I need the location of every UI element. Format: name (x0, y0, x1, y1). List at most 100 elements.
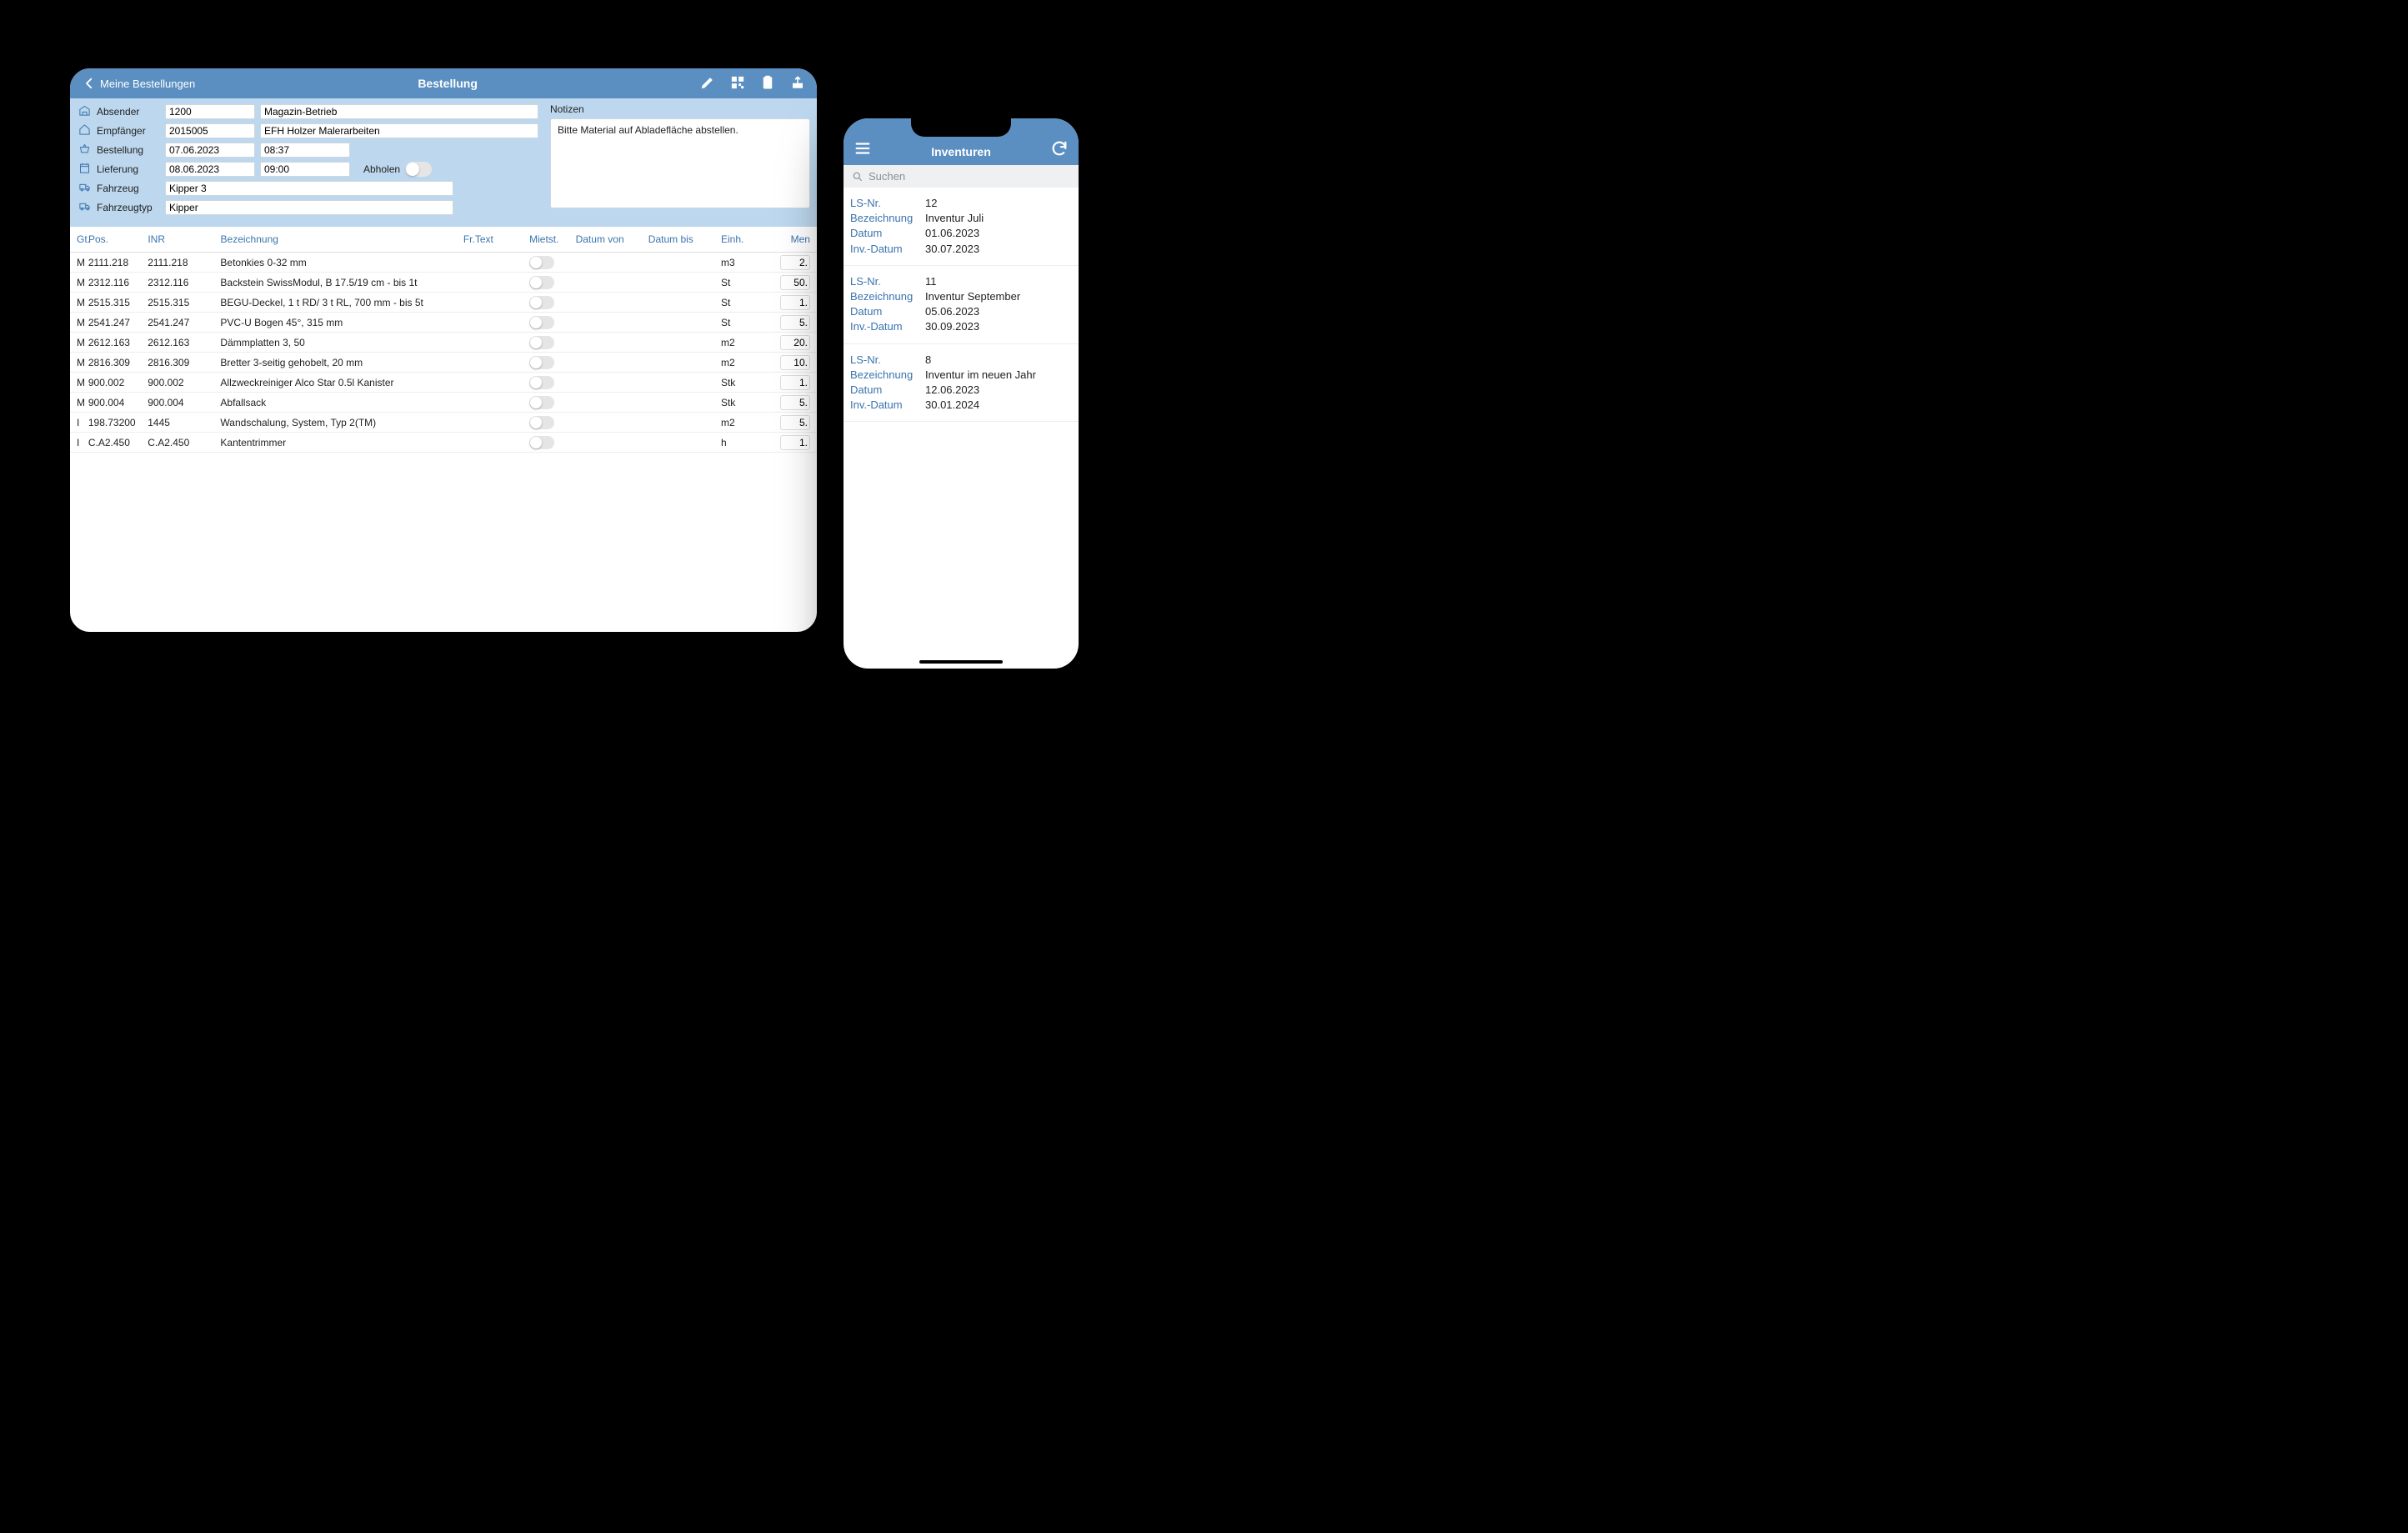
menge-input[interactable] (780, 295, 810, 310)
fahrzeug-input[interactable] (165, 181, 453, 196)
table-row[interactable]: I198.732001445Wandschalung, System, Typ … (70, 413, 817, 433)
table-row[interactable]: M2111.2182111.218Betonkies 0-32 mmm3 (70, 253, 817, 273)
mietst-toggle[interactable] (529, 376, 554, 389)
notizen-textarea[interactable]: Bitte Material auf Abladefläche abstelle… (550, 118, 810, 208)
table-row[interactable]: M2541.2472541.247PVC-U Bogen 45°, 315 mm… (70, 313, 817, 333)
lieferung-time-input[interactable] (260, 162, 350, 177)
cell-pos: 2816.309 (88, 357, 148, 368)
empfaenger-code-input[interactable] (165, 123, 255, 138)
bestellung-date-input[interactable] (165, 143, 255, 158)
menge-input[interactable] (780, 415, 810, 430)
datum-value: 05.06.2023 (925, 304, 1072, 319)
mietst-toggle[interactable] (529, 356, 554, 369)
absender-code-input[interactable] (165, 104, 255, 119)
fahrzeugtyp-input[interactable] (165, 200, 453, 215)
edit-icon[interactable] (700, 75, 715, 93)
absender-text-input[interactable] (260, 104, 538, 119)
cell-bez: BEGU-Deckel, 1 t RD/ 3 t RL, 700 mm - bi… (220, 297, 463, 308)
menge-input[interactable] (780, 375, 810, 390)
cell-einh: m2 (721, 357, 775, 368)
invdatum-label: Inv.-Datum (850, 398, 920, 413)
table-row[interactable]: M900.004900.004AbfallsackStk (70, 393, 817, 413)
table-row[interactable]: M900.002900.002Allzweckreiniger Alco Sta… (70, 373, 817, 393)
cell-gt: M (77, 297, 88, 308)
mietst-toggle[interactable] (529, 256, 554, 269)
mietst-toggle[interactable] (529, 276, 554, 289)
table-row[interactable]: M2612.1632612.163Dämmplatten 3, 50m2 (70, 333, 817, 353)
invdatum-label: Inv.-Datum (850, 319, 920, 334)
cell-bez: Backstein SwissModul, B 17.5/19 cm - bis… (220, 277, 463, 288)
notizen-label: Notizen (550, 103, 810, 115)
cell-inr: 2816.309 (148, 357, 220, 368)
cell-inr: 900.002 (148, 377, 220, 388)
mietst-toggle[interactable] (529, 336, 554, 349)
cell-einh: h (721, 437, 775, 448)
empfaenger-text-input[interactable] (260, 123, 538, 138)
lieferung-date-input[interactable] (165, 162, 255, 177)
cell-einh: m2 (721, 417, 775, 428)
cell-inr: 1445 (148, 417, 220, 428)
cell-einh: m3 (721, 257, 775, 268)
cell-gt: M (77, 277, 88, 288)
phone-device: Inventuren Suchen LS-Nr.12BezeichnungInv… (834, 108, 1089, 679)
table-row[interactable]: M2312.1162312.116Backstein SwissModul, B… (70, 273, 817, 293)
search-placeholder: Suchen (869, 170, 905, 183)
lsnr-value: 8 (925, 353, 1072, 368)
invdatum-value: 30.01.2024 (925, 398, 1072, 413)
inventory-card[interactable]: LS-Nr.12BezeichnungInventur JuliDatum01.… (844, 188, 1079, 266)
clipboard-icon[interactable] (760, 75, 775, 93)
menge-input[interactable] (780, 275, 810, 290)
phone-title: Inventuren (880, 145, 1042, 160)
tablet-device: Meine Bestellungen Bestellung Absender (60, 58, 827, 642)
mietst-toggle[interactable] (529, 296, 554, 309)
bestellung-time-input[interactable] (260, 143, 350, 158)
cell-einh: Stk (721, 397, 775, 408)
fahrzeug-label: Fahrzeug (97, 183, 160, 194)
cell-gt: M (77, 377, 88, 388)
col-gt: Gt. (77, 233, 88, 245)
cell-inr: C.A2.450 (148, 437, 220, 448)
cell-gt: M (77, 397, 88, 408)
table-row[interactable]: M2515.3152515.315BEGU-Deckel, 1 t RD/ 3 … (70, 293, 817, 313)
table-row[interactable]: IC.A2.450C.A2.450Kantentrimmerh (70, 433, 817, 453)
refresh-icon[interactable] (1050, 139, 1069, 160)
cell-bez: Allzweckreiniger Alco Star 0.5l Kanister (220, 377, 463, 388)
cell-einh: St (721, 317, 775, 328)
menge-input[interactable] (780, 255, 810, 270)
table-header: Gt. Pos. INR Bezeichnung Fr.Text Mietst.… (70, 227, 817, 253)
mietst-toggle[interactable] (529, 436, 554, 449)
invdatum-label: Inv.-Datum (850, 242, 920, 257)
menge-input[interactable] (780, 315, 810, 330)
cell-gt: M (77, 317, 88, 328)
bez-value: Inventur September (925, 289, 1072, 304)
table-row[interactable]: M2816.3092816.309Bretter 3-seitig gehobe… (70, 353, 817, 373)
mietst-toggle[interactable] (529, 316, 554, 329)
menu-icon[interactable] (854, 139, 872, 160)
menge-input[interactable] (780, 435, 810, 450)
order-form: Absender Empfänger Bestellung Lieferung (70, 98, 817, 227)
truck-icon (77, 181, 92, 196)
cell-pos: 2515.315 (88, 297, 148, 308)
search-input[interactable]: Suchen (844, 165, 1079, 188)
share-icon[interactable] (790, 75, 805, 93)
cell-bez: Dämmplatten 3, 50 (220, 337, 463, 348)
menge-input[interactable] (780, 355, 810, 370)
back-button[interactable]: Meine Bestellungen (82, 76, 195, 91)
menge-input[interactable] (780, 335, 810, 350)
cell-bez: Bretter 3-seitig gehobelt, 20 mm (220, 357, 463, 368)
cell-bez: Betonkies 0-32 mm (220, 257, 463, 268)
abholen-label: Abholen (363, 163, 400, 175)
cell-pos: 900.004 (88, 397, 148, 408)
datum-label: Datum (850, 226, 920, 241)
cell-inr: 2612.163 (148, 337, 220, 348)
mietst-toggle[interactable] (529, 396, 554, 409)
qr-icon[interactable] (730, 75, 745, 93)
inventory-card[interactable]: LS-Nr.8BezeichnungInventur im neuen Jahr… (844, 344, 1079, 423)
cell-pos: 900.002 (88, 377, 148, 388)
mietst-toggle[interactable] (529, 416, 554, 429)
menge-input[interactable] (780, 395, 810, 410)
col-men: Men (775, 233, 810, 245)
lsnr-label: LS-Nr. (850, 274, 920, 289)
inventory-card[interactable]: LS-Nr.11BezeichnungInventur SeptemberDat… (844, 266, 1079, 344)
abholen-toggle[interactable] (405, 162, 432, 177)
